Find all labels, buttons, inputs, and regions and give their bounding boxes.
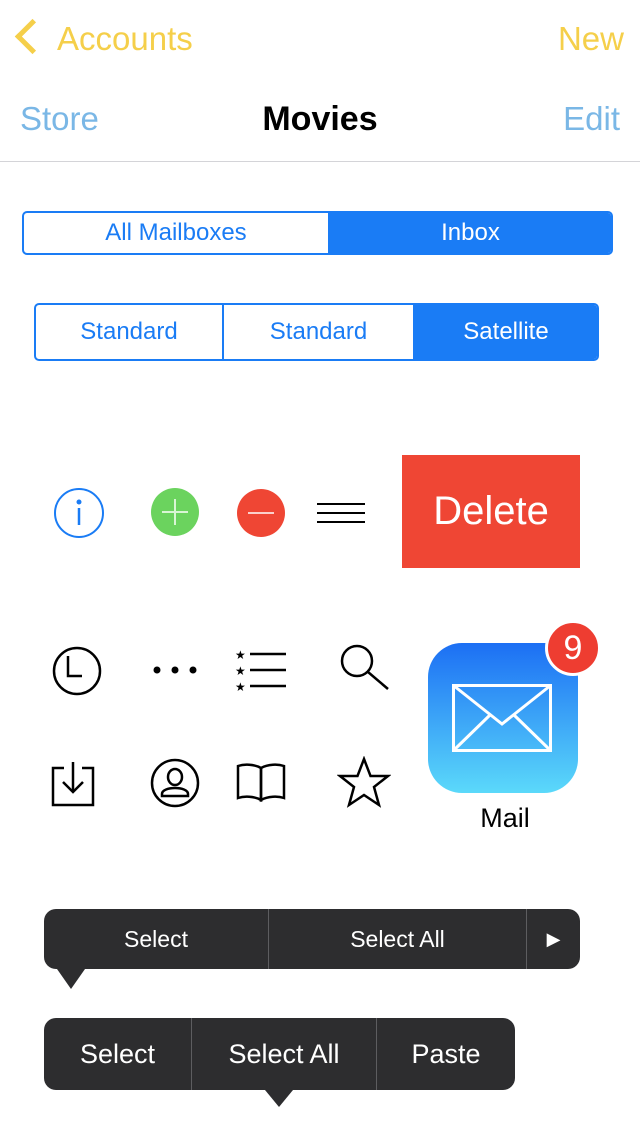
menu-select-all[interactable]: Select All	[191, 1018, 376, 1090]
back-chevron-icon[interactable]	[14, 18, 51, 55]
svg-text:★: ★	[235, 664, 246, 678]
edit-button[interactable]: Edit	[563, 100, 620, 138]
info-icon[interactable]	[53, 487, 105, 539]
segment-satellite[interactable]: Satellite	[413, 305, 597, 359]
mailbox-segmented-control: All Mailboxes Inbox	[22, 211, 613, 255]
search-icon[interactable]	[338, 642, 392, 692]
back-button[interactable]: Accounts	[57, 20, 193, 58]
menu-select[interactable]: Select	[44, 1018, 191, 1090]
map-segmented-control: Standard Standard Satellite	[34, 303, 599, 361]
download-icon[interactable]	[50, 760, 98, 808]
menu-paste[interactable]: Paste	[376, 1018, 515, 1090]
svg-text:★: ★	[235, 648, 246, 662]
new-button[interactable]: New	[558, 20, 624, 58]
list-icon[interactable]: ★ ★ ★	[234, 646, 288, 696]
edit-menu-large: Select Select All Paste	[44, 1018, 515, 1090]
mail-badge: 9	[545, 620, 601, 676]
remove-icon[interactable]	[236, 488, 286, 538]
page-title: Movies	[262, 100, 378, 138]
menu-select-all[interactable]: Select All	[268, 909, 526, 969]
menu-select[interactable]: Select	[44, 909, 268, 969]
menu-pointer-down	[265, 1090, 293, 1107]
menu-pointer-down	[57, 969, 85, 989]
more-icon[interactable]	[150, 663, 200, 677]
segment-standard-1[interactable]: Standard	[36, 305, 222, 359]
envelope-icon	[452, 684, 552, 752]
add-icon[interactable]	[150, 487, 200, 537]
segment-standard-2[interactable]: Standard	[222, 305, 413, 359]
segment-inbox[interactable]: Inbox	[328, 213, 611, 253]
reorder-icon[interactable]	[316, 500, 366, 526]
contact-icon[interactable]	[150, 758, 200, 808]
menu-next-arrow-icon[interactable]: ▶	[526, 909, 580, 969]
segment-all-mailboxes[interactable]: All Mailboxes	[24, 213, 328, 253]
star-icon[interactable]	[337, 756, 391, 810]
clock-icon[interactable]	[52, 646, 102, 696]
nav-divider	[0, 161, 640, 162]
svg-text:★: ★	[235, 680, 246, 694]
delete-button[interactable]: Delete	[402, 455, 580, 568]
mail-app-label: Mail	[480, 803, 530, 833]
edit-menu-small: Select Select All ▶	[44, 909, 580, 969]
book-icon[interactable]	[236, 762, 286, 804]
